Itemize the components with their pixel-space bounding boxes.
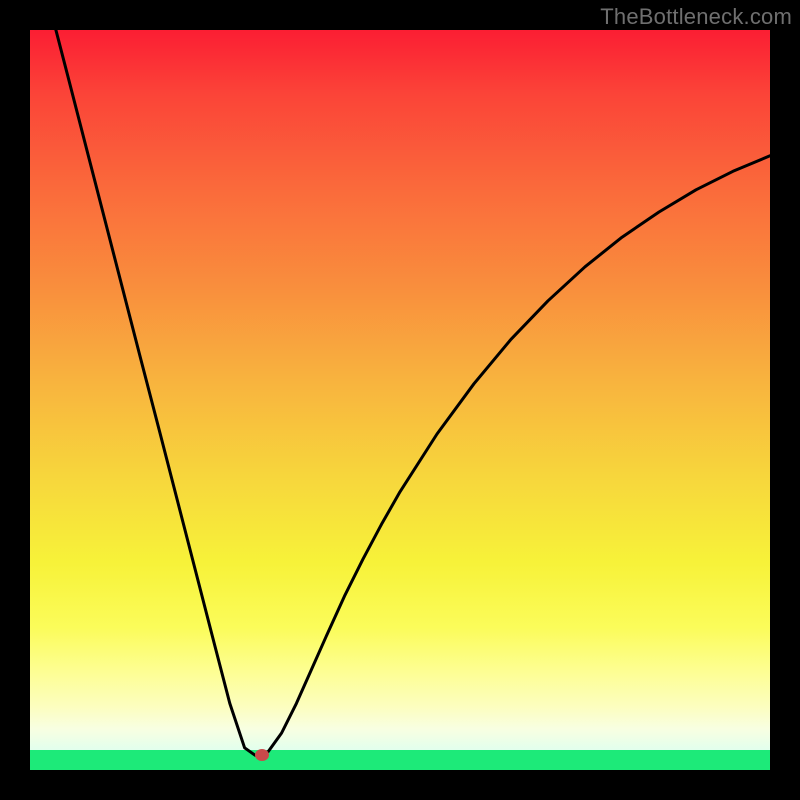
attribution-text: TheBottleneck.com [600, 4, 792, 30]
plot-area [30, 30, 770, 770]
marker-dot [255, 749, 269, 761]
chart-frame: TheBottleneck.com [0, 0, 800, 800]
bottleneck-curve [30, 30, 770, 770]
